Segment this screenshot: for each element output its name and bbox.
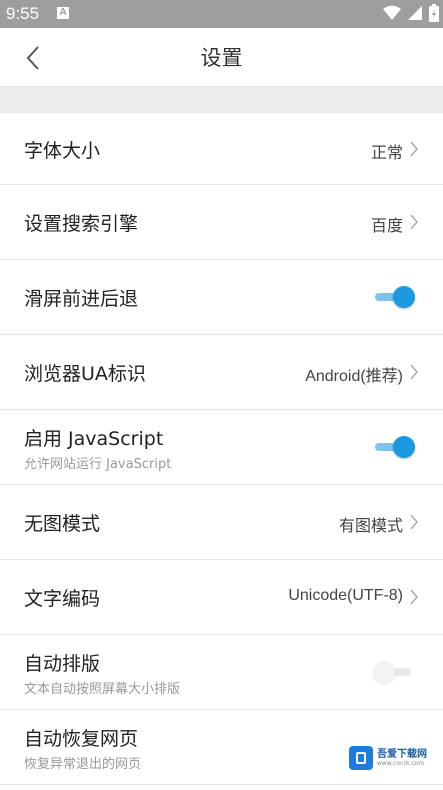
setting-value: 百度 [370, 218, 403, 235]
setting-swipe-navigation: 滑屏前进后退 [0, 260, 443, 335]
setting-text-encoding[interactable]: 文字编码 Unicode(UTF-8) [0, 560, 443, 635]
signal-icon [408, 6, 422, 20]
status-bar: 9:55 A [0, 0, 443, 28]
watermark-url: www.cncrk.com [377, 760, 425, 767]
setting-label: 滑屏前进后退 [24, 288, 139, 310]
notification-icon: A [57, 7, 69, 19]
setting-label: 自动排版 [24, 653, 101, 675]
status-time: 9:55 [6, 4, 40, 23]
setting-description: 文本自动按照屏幕大小排版 [24, 682, 181, 697]
setting-description: 允许网站运行 JavaScript [24, 457, 172, 472]
setting-value: 正常 [370, 145, 403, 162]
setting-label: 浏览器UA标识 [24, 363, 146, 385]
setting-value: Android(推荐) [305, 368, 403, 385]
setting-font-size[interactable]: 字体大小 正常 [0, 112, 443, 185]
toggle-knob [393, 436, 415, 458]
page-title: 设置 [200, 46, 243, 70]
setting-label: 设置搜索引擎 [24, 213, 139, 235]
setting-no-image-mode[interactable]: 无图模式 有图模式 [0, 485, 443, 560]
chevron-right-icon [410, 514, 418, 530]
chevron-right-icon [410, 364, 418, 380]
chevron-right-icon [410, 141, 418, 157]
status-icons [383, 4, 439, 22]
chevron-right-icon [410, 589, 418, 605]
watermark-logo-icon [349, 746, 373, 770]
chevron-right-icon [410, 214, 418, 230]
watermark: 吾爱下载网 www.cncrk.com [349, 744, 437, 772]
toggle-knob [373, 661, 395, 683]
setting-value: Unicode(UTF-8) [288, 587, 403, 604]
setting-label: 启用 JavaScript [24, 428, 164, 450]
auto-layout-toggle[interactable] [373, 659, 417, 685]
setting-search-engine[interactable]: 设置搜索引擎 百度 [0, 185, 443, 260]
setting-value: 有图模式 [338, 518, 403, 535]
javascript-toggle[interactable] [373, 434, 417, 460]
section-divider [0, 86, 443, 113]
settings-list: 字体大小 正常 设置搜索引擎 百度 滑屏前进后退 浏览器UA标识 Android… [0, 112, 443, 785]
setting-description: 恢复异常退出的网页 [24, 757, 142, 772]
swipe-navigation-toggle[interactable] [373, 284, 417, 310]
setting-user-agent[interactable]: 浏览器UA标识 Android(推荐) [0, 335, 443, 410]
setting-label: 文字编码 [24, 588, 101, 610]
setting-label: 自动恢复网页 [24, 728, 139, 750]
setting-label: 无图模式 [24, 513, 101, 535]
wifi-icon [383, 5, 401, 21]
watermark-name: 吾爱下载网 [377, 749, 427, 760]
toggle-knob [393, 286, 415, 308]
app-bar: 设置 [0, 28, 443, 86]
setting-label: 字体大小 [24, 140, 101, 162]
setting-auto-layout: 自动排版 文本自动按照屏幕大小排版 [0, 635, 443, 710]
battery-icon [429, 4, 439, 22]
setting-javascript: 启用 JavaScript 允许网站运行 JavaScript [0, 410, 443, 485]
